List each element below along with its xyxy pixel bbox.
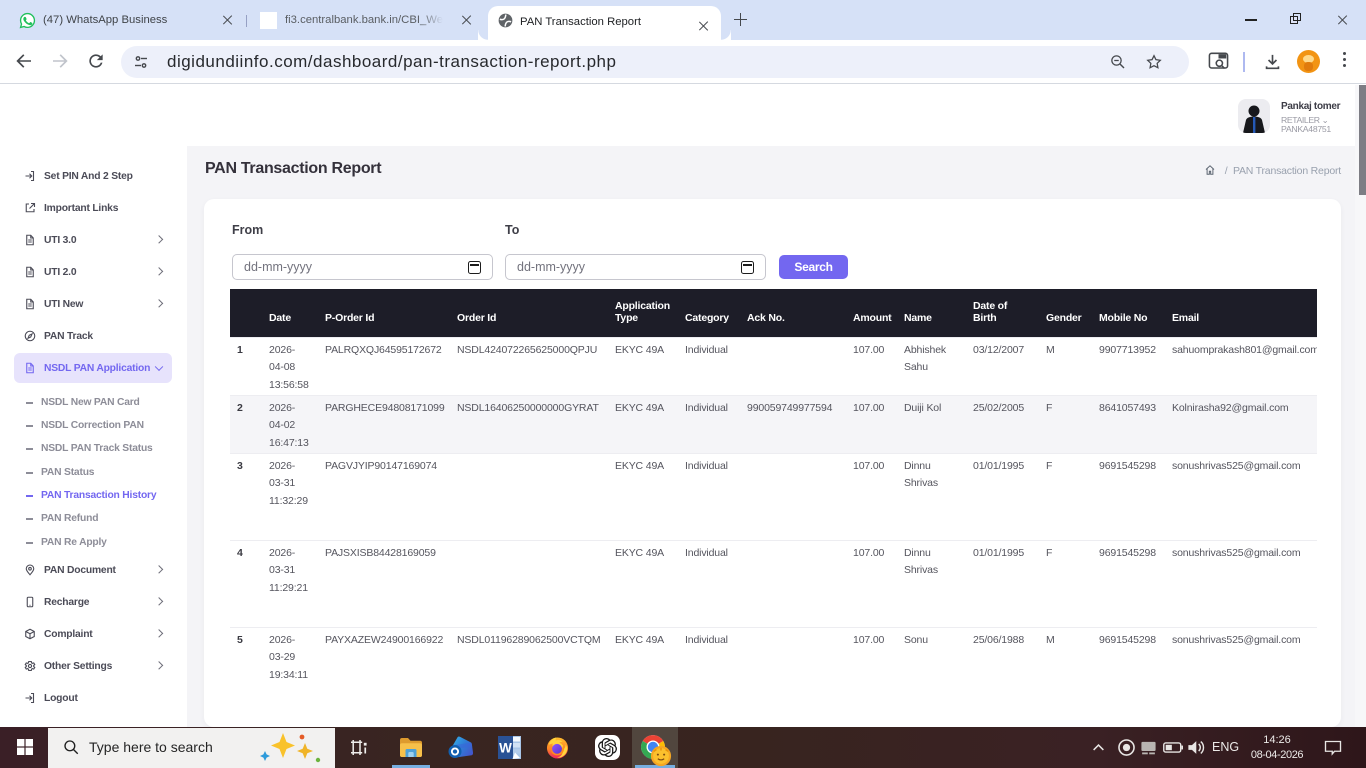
svg-text:W: W (499, 741, 512, 756)
